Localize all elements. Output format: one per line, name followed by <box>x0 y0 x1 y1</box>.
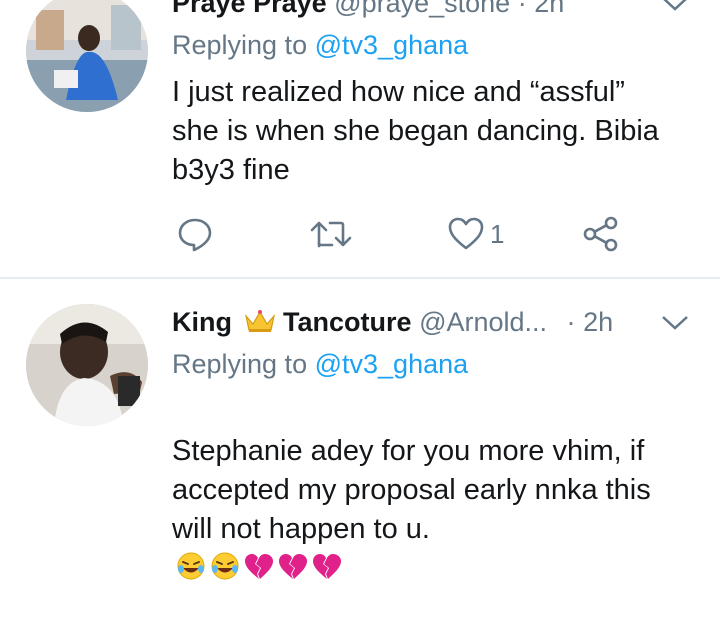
tweet-header: Praye Praye @praye_stone · 2h <box>172 0 564 20</box>
laughing-tears-icon <box>211 552 239 580</box>
display-name-part1[interactable]: King <box>172 307 232 337</box>
reply-button[interactable] <box>177 212 213 256</box>
replying-to: Replying to @tv3_ghana <box>172 28 468 62</box>
broken-heart-icon <box>245 554 273 579</box>
retweet-icon <box>310 221 352 248</box>
separator-dot: · <box>517 0 527 18</box>
user-handle[interactable]: @Arnold... <box>419 307 547 337</box>
retweet-button[interactable] <box>310 212 352 256</box>
replying-mention[interactable]: @tv3_ghana <box>315 30 469 60</box>
laughing-tears-icon <box>177 552 205 580</box>
replying-to: Replying to @tv3_ghana <box>172 347 468 381</box>
user-handle[interactable]: @praye_stone <box>334 0 510 18</box>
tweet-2[interactable]: King Tancoture @Arnold... · 2h Replying … <box>0 279 720 580</box>
chevron-down-icon[interactable] <box>660 313 690 333</box>
reply-icon <box>178 218 212 252</box>
tweet-text: Stephanie adey for you more vhim, if acc… <box>172 393 712 627</box>
emoji-row <box>172 552 342 584</box>
separator-dot: · <box>566 307 576 337</box>
replying-label: Replying to <box>172 349 308 379</box>
timestamp: 2h <box>583 307 614 337</box>
replying-label: Replying to <box>172 30 308 60</box>
display-name[interactable]: Praye Praye <box>172 0 327 18</box>
share-button[interactable] <box>582 212 620 256</box>
like-count: 1 <box>490 218 505 249</box>
like-button[interactable]: 1 <box>448 212 504 256</box>
display-name-part2[interactable]: Tancoture <box>283 307 412 337</box>
broken-heart-icon <box>279 554 307 579</box>
replying-mention[interactable]: @tv3_ghana <box>315 349 469 379</box>
chevron-down-icon[interactable] <box>660 0 690 14</box>
timestamp: 2h <box>534 0 565 18</box>
avatar[interactable] <box>26 304 148 426</box>
like-icon <box>448 217 484 250</box>
crown-icon <box>244 310 275 332</box>
tweet-header: King Tancoture @Arnold... · 2h <box>172 305 613 339</box>
avatar[interactable] <box>26 0 148 112</box>
action-bar: 1 <box>172 212 652 256</box>
tweet-1[interactable]: Praye Praye @praye_stone · 2h Replying t… <box>0 0 720 277</box>
share-icon <box>583 216 618 252</box>
tweet-text-content: Stephanie adey for you more vhim, if acc… <box>172 435 651 545</box>
tweet-text: I just realized how nice and “assful” sh… <box>172 76 659 186</box>
broken-heart-icon <box>313 554 341 579</box>
